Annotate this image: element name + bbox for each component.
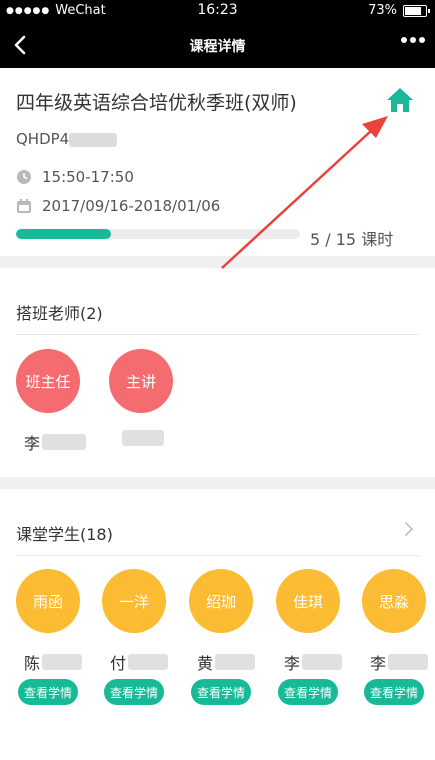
student-avatar[interactable]: 雨函 bbox=[16, 569, 80, 633]
teacher-surname: 李 bbox=[24, 434, 41, 453]
section-divider bbox=[0, 256, 435, 268]
students-title: 课堂学生(18) bbox=[16, 525, 113, 544]
course-dates: 2017/09/16-2018/01/06 bbox=[42, 197, 221, 215]
section-divider bbox=[0, 477, 435, 489]
nav-bar: 课程详情 bbox=[0, 22, 435, 68]
progress-fill bbox=[16, 229, 111, 239]
student-name: 李 bbox=[370, 650, 429, 674]
progress-text: 5 / 15 课时 bbox=[310, 230, 394, 249]
page-title: 课程详情 bbox=[189, 39, 246, 55]
student-surname: 陈 bbox=[24, 654, 41, 673]
student-name: 黄 bbox=[197, 650, 256, 674]
teacher-role: 主讲 bbox=[125, 372, 156, 391]
student-avatar[interactable]: 佳琪 bbox=[276, 569, 340, 633]
student-name: 付 bbox=[110, 650, 169, 674]
redacted-blur bbox=[388, 654, 429, 670]
student-name: 陈 bbox=[24, 650, 83, 674]
redacted-blur bbox=[215, 654, 256, 670]
more-dots-icon[interactable] bbox=[401, 37, 425, 43]
student-avatar[interactable]: 一洋 bbox=[102, 569, 166, 633]
course-date-row: 2017/09/16-2018/01/06 bbox=[16, 197, 220, 215]
battery-icon bbox=[403, 4, 430, 17]
home-icon[interactable] bbox=[385, 86, 415, 114]
redacted-blur bbox=[42, 654, 83, 670]
redacted-blur bbox=[302, 654, 343, 670]
student-surname: 黄 bbox=[197, 654, 214, 673]
clock-icon bbox=[17, 170, 31, 184]
view-progress-button[interactable]: 查看学情 bbox=[191, 679, 251, 705]
redacted-blur bbox=[122, 430, 164, 446]
dot bbox=[410, 37, 416, 43]
battery-percent: 73% bbox=[368, 3, 397, 18]
teacher-role: 班主任 bbox=[25, 372, 71, 391]
redacted-blur bbox=[42, 434, 87, 450]
course-title: 四年级英语综合培优秋季班(双师) bbox=[16, 92, 297, 114]
course-code: QHDP4 bbox=[16, 130, 118, 148]
redacted-blur bbox=[69, 132, 118, 147]
view-progress-button[interactable]: 查看学情 bbox=[364, 679, 424, 705]
student-given-name: 雨函 bbox=[32, 592, 63, 611]
dot bbox=[419, 37, 425, 43]
student-given-name: 思淼 bbox=[378, 592, 409, 611]
chevron-right-icon[interactable] bbox=[402, 520, 416, 538]
student-name: 李 bbox=[284, 650, 343, 674]
status-right: 73% bbox=[368, 3, 430, 18]
view-progress-button[interactable]: 查看学情 bbox=[18, 679, 78, 705]
course-time-row: 15:50-17:50 bbox=[16, 168, 134, 186]
status-bar: ●●●●● WeChat 16:23 73% bbox=[0, 0, 435, 22]
student-given-name: 一洋 bbox=[118, 592, 149, 611]
teacher-name bbox=[120, 430, 164, 446]
student-surname: 李 bbox=[284, 654, 301, 673]
dot bbox=[401, 37, 407, 43]
student-surname: 李 bbox=[370, 654, 387, 673]
teacher-name: 李 bbox=[24, 430, 87, 454]
battery-fill bbox=[405, 6, 422, 15]
progress-bar bbox=[16, 229, 300, 239]
teacher-avatar-lecturer[interactable]: 主讲 bbox=[109, 349, 173, 413]
view-progress-button[interactable]: 查看学情 bbox=[278, 679, 338, 705]
section-line bbox=[16, 334, 419, 335]
student-avatar[interactable]: 绍珈 bbox=[189, 569, 253, 633]
calendar-icon bbox=[17, 199, 31, 213]
teacher-avatar-headteacher[interactable]: 班主任 bbox=[16, 349, 80, 413]
course-code-text: QHDP4 bbox=[16, 130, 70, 148]
course-time: 15:50-17:50 bbox=[42, 168, 134, 186]
student-avatar[interactable]: 思淼 bbox=[362, 569, 426, 633]
section-line bbox=[16, 555, 419, 556]
redacted-blur bbox=[128, 654, 169, 670]
teachers-title: 搭班老师(2) bbox=[16, 304, 103, 323]
view-progress-button[interactable]: 查看学情 bbox=[104, 679, 164, 705]
student-given-name: 佳琪 bbox=[292, 592, 323, 611]
student-given-name: 绍珈 bbox=[205, 592, 236, 611]
student-surname: 付 bbox=[110, 654, 127, 673]
